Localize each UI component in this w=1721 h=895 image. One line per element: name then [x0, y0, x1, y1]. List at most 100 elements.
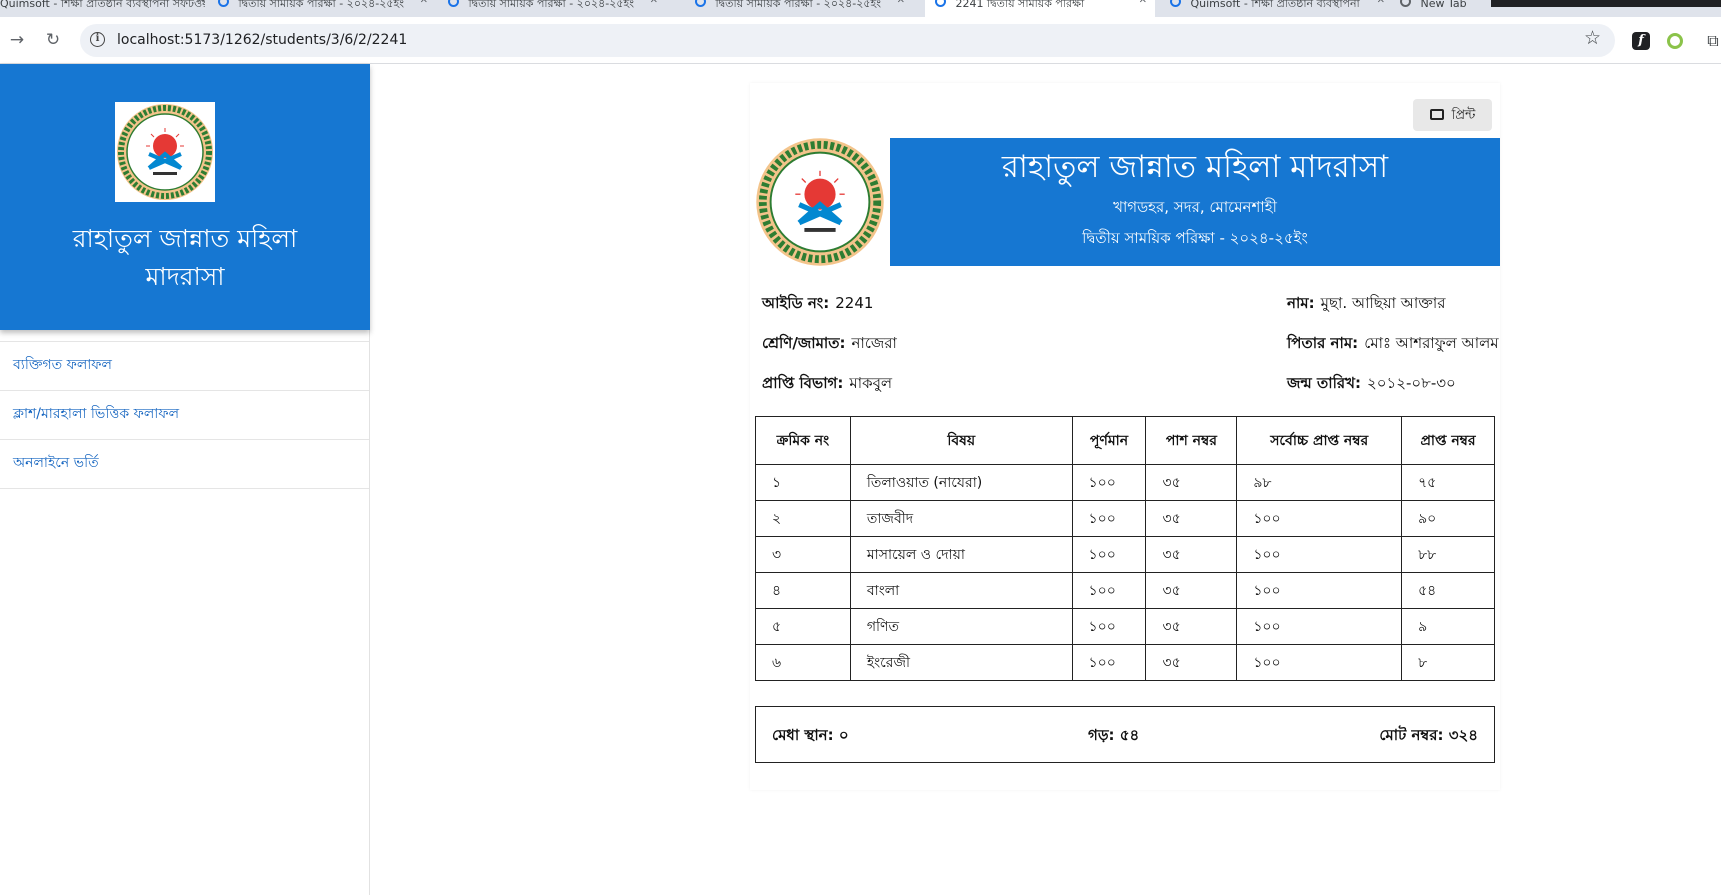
tab-title: 2241 দ্বিতীয় সাময়িক পরিক্ষা: [955, 0, 1085, 10]
column-header: পাশ নম্বর: [1145, 416, 1238, 465]
column-header: ক্রমিক নং: [755, 416, 851, 465]
table-cell: বাংলা: [849, 572, 1073, 609]
globe-icon: [448, 0, 459, 7]
madrasa-logo: [115, 102, 215, 202]
chrome-icon: [1400, 0, 1411, 7]
browser-tab-active[interactable]: 2241 দ্বিতীয় সাময়িক পরিক্ষা ✕: [925, 0, 1155, 17]
table-cell: ৩৫: [1145, 536, 1238, 573]
table-cell: ২: [755, 500, 851, 537]
average-marks: গড়: ৫৪: [1088, 724, 1139, 746]
total-marks: মোট নম্বর: ৩২৪: [1379, 724, 1478, 746]
table-row: ৩ মাসায়েল ও দোয়া ১০০ ৩৫ ১০০ ৮৮: [755, 536, 1495, 573]
student-dob-label: জন্ম তারিখ:: [1287, 374, 1361, 392]
institution-banner: রাহাতুল জান্নাত মহিলা মাদরাসা খাগডহর, সদ…: [890, 138, 1500, 266]
table-cell: ৩: [755, 536, 851, 573]
sidebar-item-individual-result[interactable]: ব্যক্তিগত ফলাফল: [0, 342, 369, 391]
table-cell: ৬: [755, 644, 851, 681]
table-cell: ১০০: [1071, 500, 1147, 537]
column-header: সর্বোচ্চ প্রাপ্ত নম্বর: [1236, 416, 1403, 465]
browser-tab[interactable]: Quimsoft - শিক্ষা প্রতিষ্ঠান ব্যবস্থাপনা…: [0, 0, 205, 17]
average-label: গড়:: [1088, 726, 1115, 744]
madrasa-seal-icon: [756, 138, 884, 266]
reload-icon[interactable]: ↻: [42, 29, 64, 51]
merit-position: মেধা স্থান: ০: [772, 724, 849, 746]
student-division-label: প্রাপ্তি বিভাগ:: [762, 374, 844, 392]
sidebar-header: রাহাতুল জান্নাত মহিলা মাদরাসা: [0, 64, 370, 330]
table-cell: মাসায়েল ও দোয়া: [849, 536, 1073, 573]
table-cell: ১০০: [1071, 536, 1147, 573]
column-header: বিষয়: [849, 416, 1073, 465]
tab-title: New Tab: [1420, 0, 1467, 10]
address-bar[interactable]: i localhost:5173/1262/students/3/6/2/224…: [80, 24, 1615, 57]
extension-ring-icon[interactable]: [1667, 33, 1683, 49]
total-label: মোট নম্বর:: [1379, 726, 1444, 744]
close-icon[interactable]: ✕: [897, 0, 905, 6]
globe-icon: [218, 0, 229, 7]
close-icon[interactable]: ✕: [650, 0, 658, 6]
sidebar-item-online-admission[interactable]: অনলাইনে ভর্তি: [0, 440, 369, 489]
table-row: ৬ ইংরেজী ১০০ ৩৫ ১০০ ৮: [755, 644, 1495, 681]
browser-tab[interactable]: New Tab: [1400, 0, 1490, 17]
extensions-puzzle-icon[interactable]: ⧉: [1704, 32, 1721, 50]
browser-tab[interactable]: Quimsoft - শিক্ষা প্রতিষ্ঠান ব্যবস্থাপনা…: [1170, 0, 1385, 17]
bookmark-star-icon[interactable]: ☆: [1584, 27, 1601, 49]
print-button[interactable]: প্রিন্ট: [1413, 99, 1492, 131]
fx-extension-icon[interactable]: f: [1632, 32, 1650, 50]
table-cell: ৯: [1401, 608, 1495, 645]
student-name-value: মুছা. আছিয়া আক্তার: [1320, 294, 1446, 312]
result-summary: মেধা স্থান: ০ গড়: ৫৪ মোট নম্বর: ৩২৪: [755, 706, 1495, 763]
column-header: প্রাপ্ত নম্বর: [1401, 416, 1495, 465]
browser-tab[interactable]: দ্বিতীয় সাময়িক পরিক্ষা - ২০২৪-২৫ইং ✕: [218, 0, 428, 17]
print-label: প্রিন্ট: [1451, 107, 1476, 122]
table-cell: ৭৫: [1401, 464, 1495, 501]
table-cell: ৩৫: [1145, 464, 1238, 501]
browser-tab[interactable]: দ্বিতীয় সাময়িক পরিক্ষা - ২০২৪-২৫ইং ✕: [695, 0, 905, 17]
table-cell: ১০০: [1236, 608, 1403, 645]
site-info-icon[interactable]: i: [90, 32, 105, 47]
close-icon[interactable]: ✕: [197, 0, 205, 6]
student-id-label: আইডি নং:: [762, 294, 830, 312]
sidebar-menu: ব্যক্তিগত ফলাফল ক্লাশ/মারহালা ভিত্তিক ফল…: [0, 341, 369, 489]
madrasa-seal-icon: [117, 104, 213, 200]
tab-title: দ্বিতীয় সাময়িক পরিক্ষা - ২০২৪-২৫ইং: [468, 0, 634, 10]
student-name-label: নাম:: [1287, 294, 1315, 312]
table-cell: ১০০: [1071, 644, 1147, 681]
student-division-value: মাকবুল: [849, 374, 893, 392]
globe-icon: [695, 0, 706, 7]
globe-icon: [935, 0, 946, 7]
url-text: localhost:5173/1262/students/3/6/2/2241: [117, 32, 408, 48]
table-row: ১ তিলাওয়াত (নাযেরা) ১০০ ৩৫ ৯৮ ৭৫: [755, 464, 1495, 501]
tab-title: Quimsoft - শিক্ষা প্রতিষ্ঠান ব্যবস্থাপনা: [1190, 0, 1360, 10]
table-cell: ৮৮: [1401, 536, 1495, 573]
close-icon[interactable]: ✕: [420, 0, 428, 6]
table-cell: ১০০: [1071, 572, 1147, 609]
table-cell: ১০০: [1236, 644, 1403, 681]
table-row: ২ তাজবীদ ১০০ ৩৫ ১০০ ৯০: [755, 500, 1495, 537]
sidebar: রাহাতুল জান্নাত মহিলা মাদরাসা ব্যক্তিগত …: [0, 64, 370, 895]
table-cell: ৫৪: [1401, 572, 1495, 609]
table-row: ৪ বাংলা ১০০ ৩৫ ১০০ ৫৪: [755, 572, 1495, 609]
browser-tab[interactable]: দ্বিতীয় সাময়িক পরিক্ষা - ২০২৪-২৫ইং ✕: [448, 0, 658, 17]
sidebar-item-class-result[interactable]: ক্লাশ/মারহালা ভিত্তিক ফলাফল: [0, 391, 369, 440]
average-value: ৫৪: [1119, 726, 1140, 744]
table-cell: ৩৫: [1145, 572, 1238, 609]
student-id-value: 2241: [835, 294, 874, 312]
table-cell: ১: [755, 464, 851, 501]
student-division: প্রাপ্তি বিভাগ: মাকবুল: [762, 372, 892, 394]
table-cell: গণিত: [849, 608, 1073, 645]
forward-arrow-icon[interactable]: →: [6, 29, 28, 51]
institution-name: রাহাতুল জান্নাত মহিলা মাদরাসা: [1001, 149, 1389, 185]
close-icon[interactable]: ✕: [1377, 0, 1385, 6]
table-cell: ৩৫: [1145, 608, 1238, 645]
close-icon[interactable]: ✕: [1139, 0, 1147, 6]
exam-title: দ্বিতীয় সাময়িক পরিক্ষা - ২০২৪-২৫ইং: [1082, 229, 1308, 247]
tab-title: Quimsoft - শিক্ষা প্রতিষ্ঠান ব্যবস্থাপনা…: [0, 0, 205, 10]
student-dob: জন্ম তারিখ: ২০১২-০৮-৩০: [1287, 372, 1456, 394]
table-cell: ৯৮: [1236, 464, 1403, 501]
table-cell: ৯০: [1401, 500, 1495, 537]
total-value: ৩২৪: [1448, 726, 1478, 744]
table-cell: ১০০: [1236, 536, 1403, 573]
table-cell: ৩৫: [1145, 644, 1238, 681]
sidebar-title-line: মাদরাসা: [145, 262, 225, 291]
marks-table: ক্রমিক নং বিষয় পূর্ণমান পাশ নম্বর সর্বো…: [755, 416, 1495, 681]
